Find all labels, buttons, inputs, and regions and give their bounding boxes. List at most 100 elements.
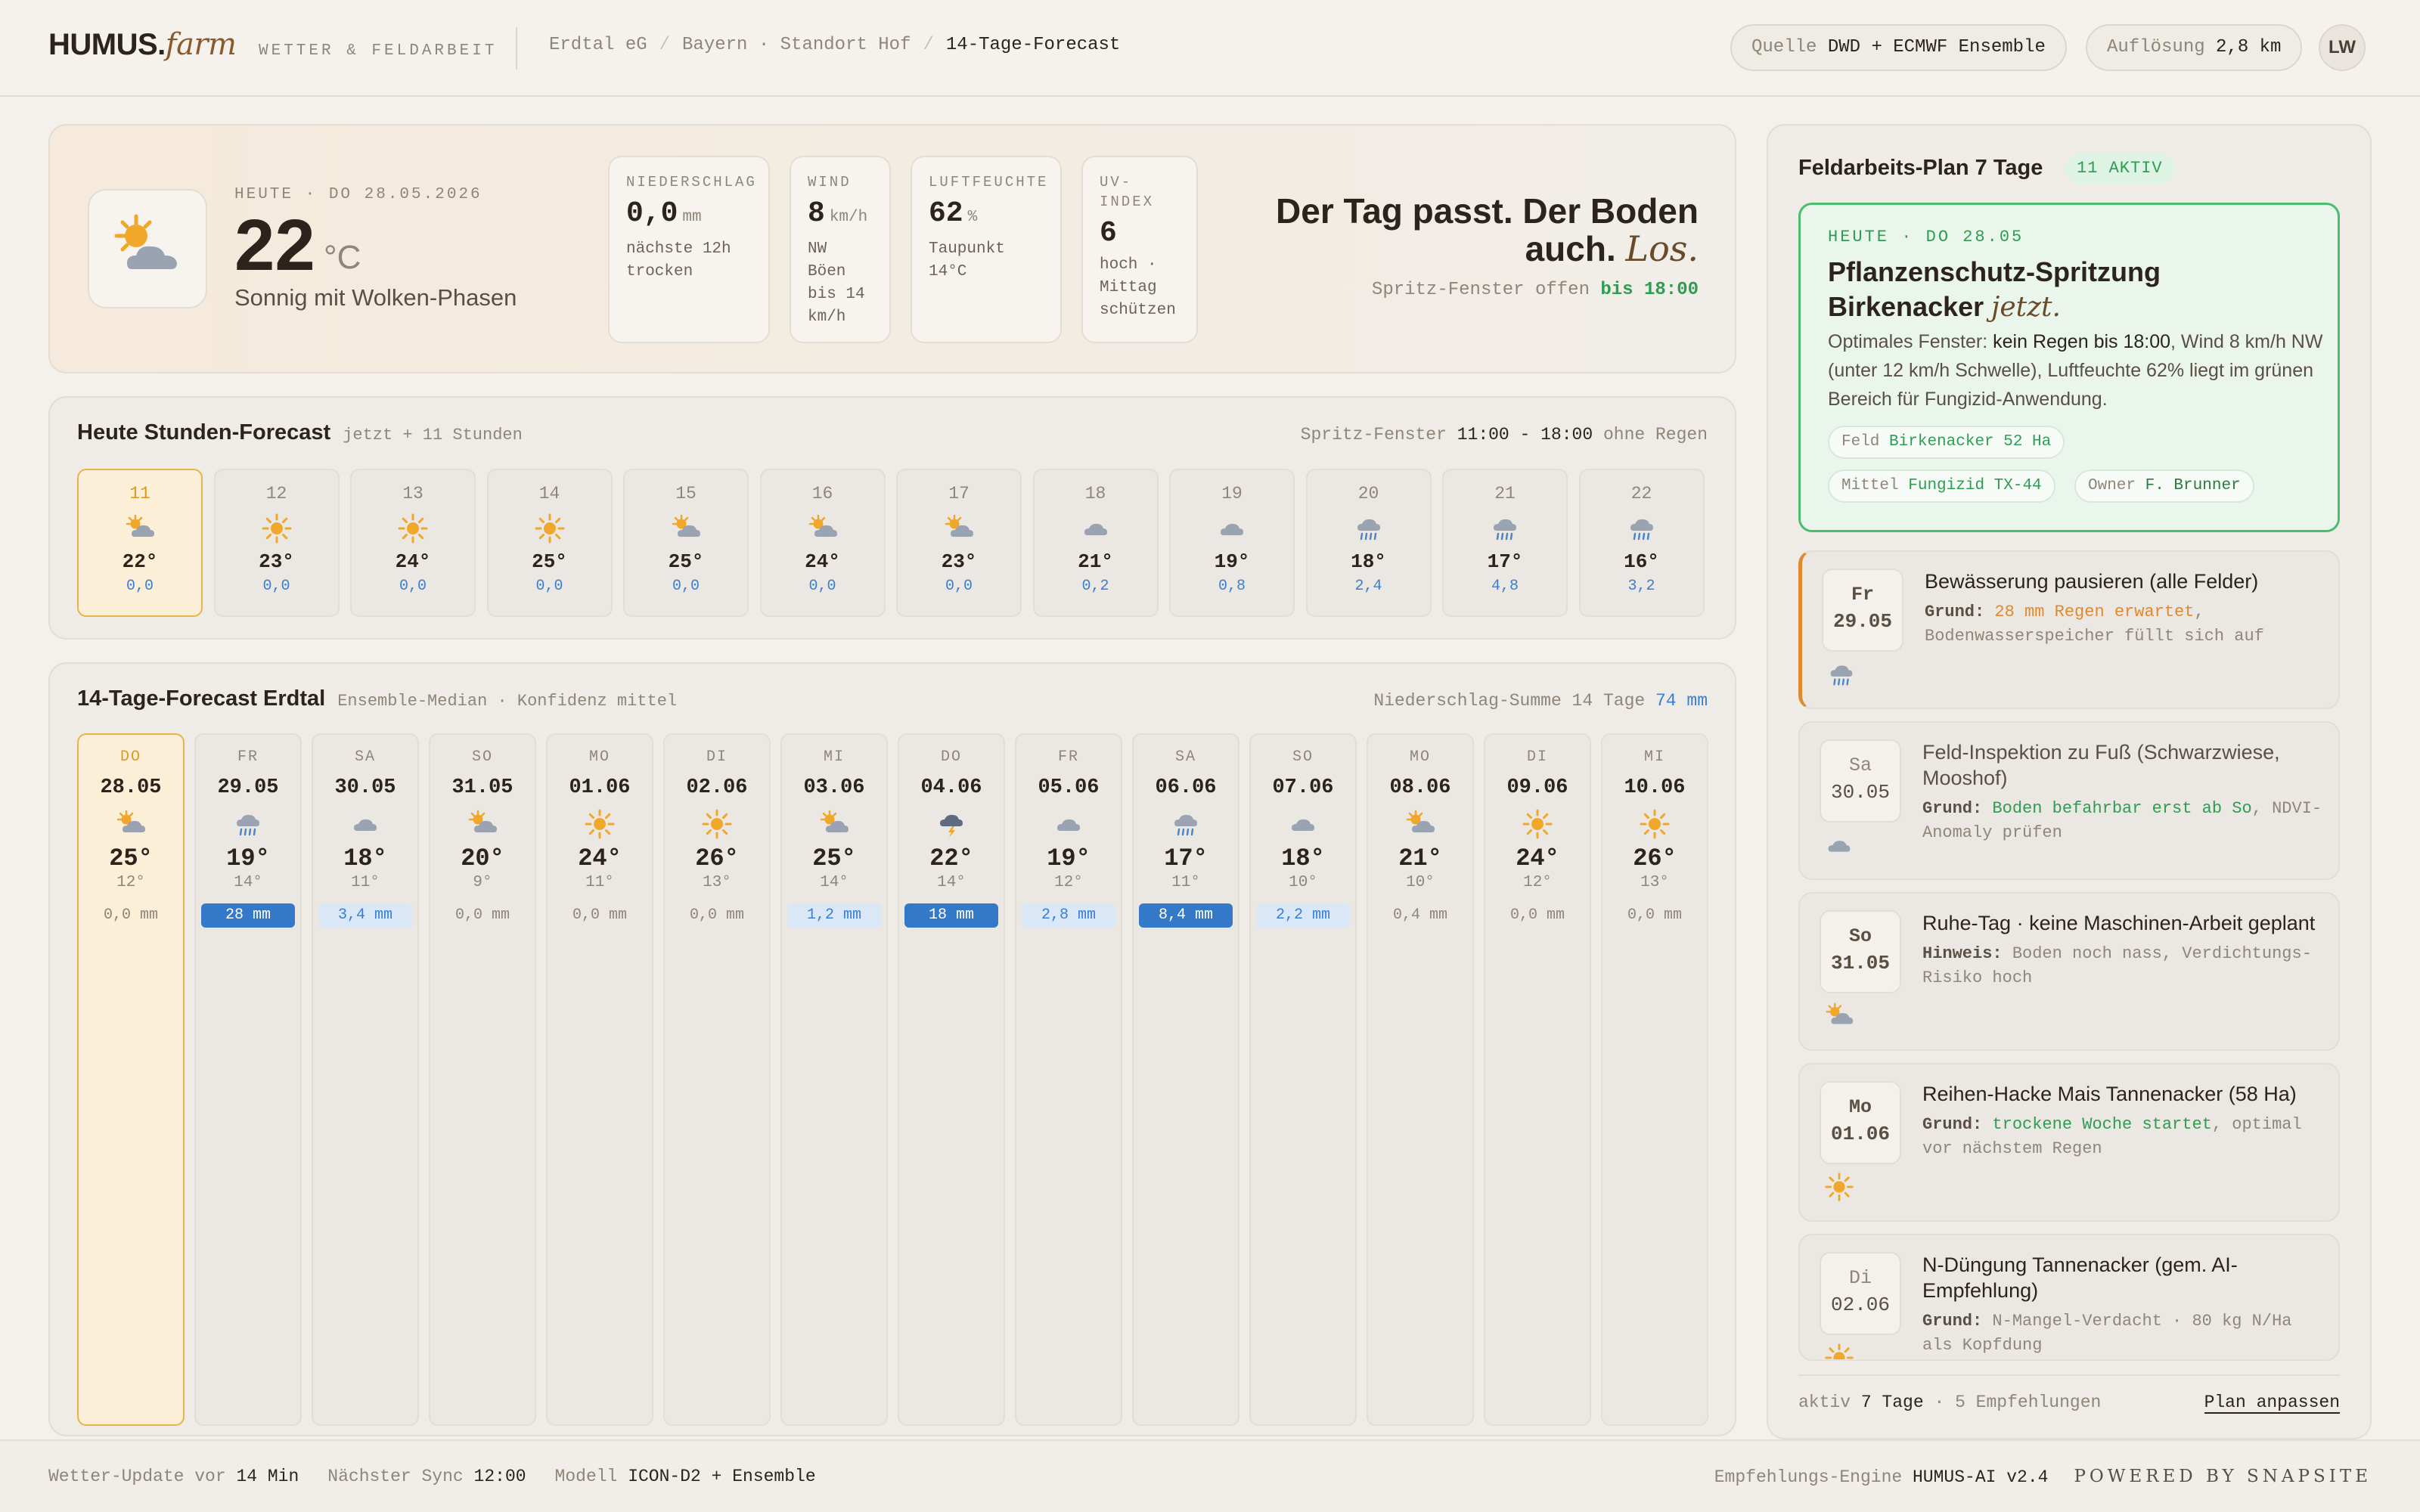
- day-column[interactable]: MI 03.06 25° 14° 1,2 mm: [780, 733, 888, 1426]
- breadcrumb-item[interactable]: Bayern · Standort Hof: [682, 35, 911, 55]
- featured-description: Optimales Fenster: kein Regen bis 18:00,…: [1828, 327, 2327, 414]
- day-column-today[interactable]: DO 28.05 25° 12° 0,0 mm: [77, 733, 185, 1426]
- chip-value: Fungizid TX-44: [1908, 477, 2042, 494]
- daily-forecast-card: 14-Tage-Forecast Erdtal Ensemble-Median ·…: [48, 662, 1736, 1436]
- day-column[interactable]: FR 29.05 19° 14° 28 mm: [194, 733, 302, 1426]
- recommendation-date: Mo 01.06: [1820, 1081, 1901, 1164]
- featured-title-accent: jetzt.: [1991, 292, 2061, 323]
- hour-cell[interactable]: 16 24° 0,0: [759, 469, 886, 617]
- day-date: 08.06: [1389, 776, 1451, 799]
- hour-cell[interactable]: 14 25° 0,0: [486, 469, 613, 617]
- hour-cell[interactable]: 22 16° 3,2: [1578, 469, 1705, 617]
- hour-cell[interactable]: 19 19° 0,8: [1169, 469, 1295, 617]
- reason-label: Grund:: [1922, 1115, 1983, 1134]
- hour-cell[interactable]: 20 18° 2,4: [1305, 469, 1432, 617]
- hour-precip: 0,2: [1081, 578, 1109, 595]
- day-date: 29.05: [217, 776, 279, 799]
- hour-cell[interactable]: 15 25° 0,0: [623, 469, 749, 617]
- chip-key: Feld: [1841, 433, 1880, 451]
- day-high: 17°: [1164, 844, 1208, 872]
- day-column[interactable]: DO 04.06 22° 14° 18 mm: [898, 733, 1005, 1426]
- weekday: DI: [706, 748, 728, 766]
- recommendation-title: N-Düngung Tannenacker (gem. AI-Empfehlun…: [1922, 1253, 2238, 1302]
- metric-sub: nächste 12h trocken: [626, 240, 731, 280]
- recommendation-item[interactable]: Di 02.06 N-Düngung Tannenacker (gem. AI-Em…: [1798, 1234, 2340, 1361]
- recommendation-item[interactable]: Fr 29.05 Bewässerung pausieren (alle Felde…: [1798, 550, 2340, 709]
- hour-cell[interactable]: 21 17° 4,8: [1442, 469, 1568, 617]
- day-column[interactable]: MO 01.06 24° 11° 0,0 mm: [546, 733, 653, 1426]
- day-column[interactable]: SA 06.06 17° 11° 8,4 mm: [1132, 733, 1239, 1426]
- day-date: 04.06: [920, 776, 982, 799]
- day-date: 02.06: [686, 776, 748, 799]
- day-low: 11°: [351, 874, 380, 891]
- hour-precip: 2,4: [1354, 578, 1382, 595]
- recommendation-item[interactable]: So 31.05 Ruhe-Tag · keine Maschinen-Arbeit…: [1798, 892, 2340, 1051]
- hour-precip: 0,0: [126, 578, 154, 595]
- metric-unit: %: [967, 209, 978, 226]
- powered-by[interactable]: POWERED BY SNAPSITE: [2074, 1467, 2372, 1486]
- rec-date: 01.06: [1830, 1123, 1890, 1145]
- weekday: DO: [119, 748, 141, 766]
- chip-field[interactable]: Feld Birkenacker 52 Ha: [1828, 426, 2065, 459]
- recommendation-reason: Grund: trockene Woche startet, optimal v…: [1922, 1113, 2331, 1161]
- partly-cloudy-icon: [1403, 807, 1438, 841]
- day-column[interactable]: MO 08.06 21° 10° 0,4 mm: [1367, 733, 1474, 1426]
- day-column[interactable]: DI 02.06 26° 13° 0,0 mm: [663, 733, 771, 1426]
- day-low: 11°: [585, 874, 614, 891]
- hour-precip: 4,8: [1491, 578, 1519, 595]
- metric-uv-index: UV-INDEX 6 hoch · Mittag schützen: [1081, 156, 1198, 343]
- hourly-forecast-card: Heute Stunden-Forecast jetzt + 11 Stunden…: [48, 396, 1736, 640]
- hour-precip: 3,2: [1627, 578, 1655, 595]
- hour-cell[interactable]: 13 24° 0,0: [350, 469, 476, 617]
- day-column[interactable]: DI 09.06 24° 12° 0,0 mm: [1484, 733, 1591, 1426]
- day-date: 31.05: [451, 776, 513, 799]
- hour-cell-current[interactable]: 11 22° 0,0: [77, 469, 203, 617]
- rain-icon: [231, 807, 265, 841]
- day-column[interactable]: FR 05.06 19° 12° 2,8 mm: [1015, 733, 1122, 1426]
- day-low: 14°: [820, 874, 849, 891]
- hour-cell[interactable]: 17 23° 0,0: [896, 469, 1022, 617]
- day-low: 10°: [1289, 874, 1317, 891]
- rec-date: 29.05: [1832, 610, 1892, 633]
- recommendation-item[interactable]: Mo 01.06 Reihen-Hacke Mais Tannenacker (58…: [1798, 1063, 2340, 1222]
- source-pill[interactable]: Quelle DWD + ECMWF Ensemble: [1730, 24, 2067, 71]
- day-precip-badge: 0,0 mm: [103, 906, 158, 924]
- weekday: SA: [354, 748, 376, 766]
- avatar[interactable]: LW: [2319, 24, 2366, 71]
- hour-cell[interactable]: 12 23° 0,0: [213, 469, 340, 617]
- day-column[interactable]: SO 31.05 20° 9° 0,0 mm: [429, 733, 536, 1426]
- adjust-plan-link[interactable]: Plan anpassen: [2204, 1393, 2340, 1414]
- day-high: 19°: [226, 844, 270, 872]
- recommendation-item[interactable]: Sa 30.05 Feld-Inspektion zu Fuß (Schwarzwi…: [1798, 721, 2340, 880]
- recommendation-reason: Hinweis: Boden noch nass, Verdichtungs-R…: [1922, 942, 2331, 990]
- featured-recommendation[interactable]: HEUTE · DO 28.05 Pflanzenschutz-Spritzun…: [1798, 203, 2340, 532]
- chip-owner[interactable]: Owner F. Brunner: [2074, 469, 2254, 503]
- breadcrumb-item[interactable]: Erdtal eG: [549, 35, 647, 55]
- day-high: 20°: [461, 844, 504, 872]
- day-date: 01.06: [569, 776, 631, 799]
- day-column[interactable]: MI 10.06 26° 13° 0,0 mm: [1601, 733, 1708, 1426]
- cloud-icon: [348, 807, 383, 841]
- day-precip-badge: 1,2 mm: [787, 903, 881, 928]
- rec-date: 31.05: [1830, 952, 1890, 974]
- update-label: Wetter-Update vor: [48, 1467, 226, 1486]
- day-column[interactable]: SA 30.05 18° 11° 3,4 mm: [312, 733, 419, 1426]
- logo-text: HUMUS.: [48, 28, 166, 61]
- resolution-pill[interactable]: Auflösung 2,8 km: [2086, 24, 2303, 71]
- rec-date: 30.05: [1830, 781, 1890, 804]
- day-precip-badge: 3,4 mm: [318, 903, 412, 928]
- hourly-title: Heute Stunden-Forecast jetzt + 11 Stunden: [77, 420, 523, 445]
- metric-unit: mm: [682, 209, 702, 226]
- logo[interactable]: HUMUS.farm: [48, 27, 237, 62]
- chip-key: Mittel: [1841, 477, 1899, 494]
- hour-cell[interactable]: 18 21° 0,2: [1032, 469, 1159, 617]
- day-precip-badge: 0,0 mm: [1509, 906, 1565, 924]
- day-high: 25°: [109, 844, 153, 872]
- breadcrumb-current: 14-Tage-Forecast: [945, 35, 1121, 55]
- reason-label: Hinweis:: [1922, 944, 2003, 963]
- chip-product[interactable]: Mittel Fungizid TX-44: [1828, 469, 2055, 503]
- day-column[interactable]: SO 07.06 18° 10° 2,2 mm: [1249, 733, 1357, 1426]
- recommendation-date: Sa 30.05: [1820, 739, 1901, 823]
- precip-total-label: Niederschlag-Summe 14 Tage: [1373, 691, 1646, 711]
- day-low: 14°: [937, 874, 966, 891]
